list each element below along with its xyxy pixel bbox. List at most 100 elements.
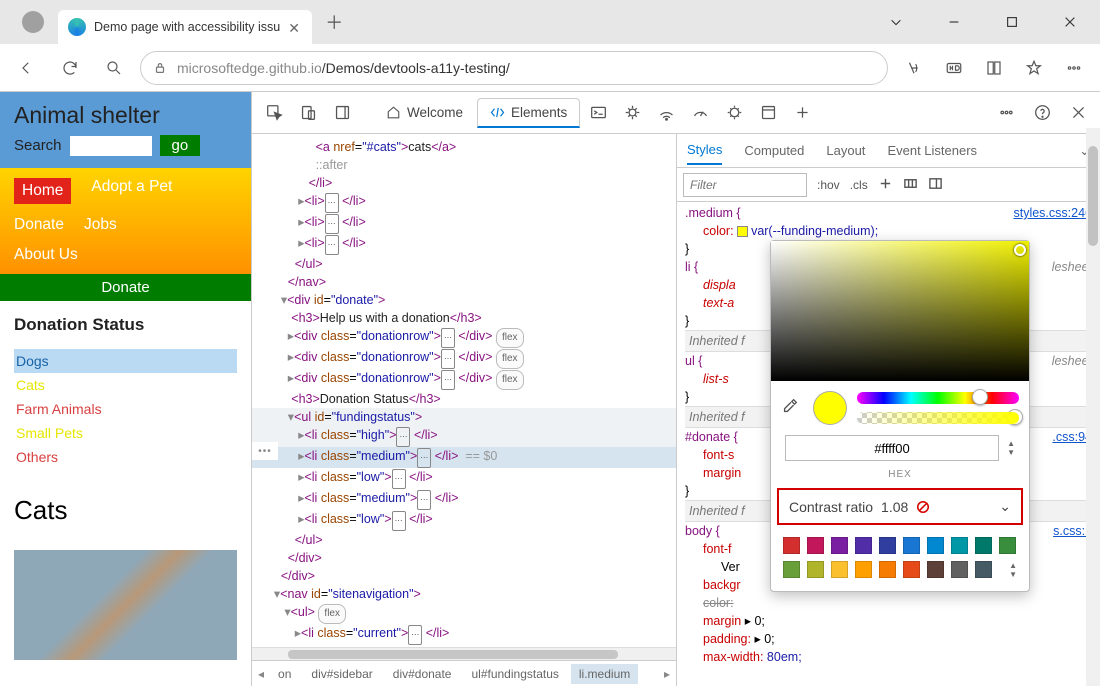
search-input[interactable] [70,136,152,156]
search-button[interactable] [96,50,132,86]
inspect-icon[interactable] [258,97,290,129]
new-tab-button[interactable]: ＋ [320,8,348,36]
palette-swatch[interactable] [999,537,1016,554]
chevron-down-icon[interactable] [874,6,918,38]
chevron-down-icon[interactable]: ⌄ [999,498,1011,515]
go-button[interactable]: go [160,135,201,156]
list-item[interactable]: Small Pets [14,421,237,445]
reader-icon[interactable] [976,50,1012,86]
crumb[interactable]: div#donate [385,664,460,684]
donate-bar[interactable]: Donate [0,274,251,301]
close-devtools-icon[interactable] [1062,97,1094,129]
close-tab-icon[interactable]: ✕ [288,20,302,34]
favorite-icon[interactable] [1016,50,1052,86]
alpha-slider[interactable] [857,412,1019,424]
caret-right-icon[interactable]: ▸ [662,667,672,681]
styles-filter-input[interactable] [683,173,807,197]
palette-swatch[interactable] [831,537,848,554]
network-icon[interactable] [650,97,682,129]
minimize-button[interactable] [932,6,976,38]
back-button[interactable] [8,50,44,86]
palette-swatch[interactable] [879,537,896,554]
read-aloud-icon[interactable] [896,50,932,86]
dock-icon[interactable] [326,97,358,129]
performance-icon[interactable] [684,97,716,129]
list-item[interactable]: Others [14,445,237,469]
palette-swatch[interactable] [855,561,872,578]
help-icon[interactable] [1026,97,1058,129]
browser-tab[interactable]: Demo page with accessibility issu ✕ [58,10,312,44]
tab-styles[interactable]: Styles [687,136,722,165]
palette-swatch[interactable] [951,561,968,578]
crumb[interactable]: div#sidebar [303,664,380,684]
tab-welcome[interactable]: Welcome [374,99,475,126]
list-item[interactable]: Cats [14,373,237,397]
contrast-ratio-row[interactable]: Contrast ratio 1.08 ⌄ [777,488,1023,525]
eyedropper-icon[interactable] [781,397,803,419]
sources-icon[interactable] [616,97,648,129]
color-picker: ▲▼ HEX Contrast ratio 1.08 ⌄ ▲▼ [770,240,1030,592]
nav-jobs[interactable]: Jobs [84,216,117,234]
row-actions-icon[interactable]: ••• [252,442,278,460]
url-box[interactable]: microsoftedge.github.io/Demos/devtools-a… [140,51,888,85]
console-icon[interactable] [582,97,614,129]
maximize-button[interactable] [990,6,1034,38]
tab-event-listeners[interactable]: Event Listeners [887,137,977,164]
palette-swatch[interactable] [975,537,992,554]
horizontal-scrollbar[interactable] [252,647,676,660]
refresh-button[interactable] [52,50,88,86]
page-scrollbar[interactable] [1086,128,1100,668]
funding-list: Dogs Cats Farm Animals Small Pets Others [14,349,237,469]
palette-swatch[interactable] [783,537,800,554]
more-icon[interactable] [1056,50,1092,86]
hue-slider[interactable] [857,392,1019,404]
device-icon[interactable] [292,97,324,129]
nav-home[interactable]: Home [14,178,71,204]
palette-swatch[interactable] [855,537,872,554]
palette-swatch[interactable] [903,561,920,578]
palette-swatch[interactable] [831,561,848,578]
hex-input[interactable] [785,435,999,461]
palette-swatch[interactable] [807,561,824,578]
crumb[interactable]: ul#fundingstatus [463,664,566,684]
palette-swatch[interactable] [975,561,992,578]
cls-toggle[interactable]: .cls [850,178,868,192]
elements-tree[interactable]: <a nref="#cats">cats</a> ::after </li> ▸… [252,134,677,686]
toggle-sidebar-icon[interactable] [928,176,943,194]
edge-icon [68,18,86,36]
palette-swatch[interactable] [903,537,920,554]
source-link[interactable]: styles.css:246 [1013,204,1092,222]
kebab-icon[interactable] [990,97,1022,129]
crumb[interactable]: on [270,664,299,684]
list-item[interactable]: Farm Animals [14,397,237,421]
tab-layout[interactable]: Layout [826,137,865,164]
saturation-area[interactable] [771,241,1029,381]
palette-swatch[interactable] [783,561,800,578]
palette-swatch[interactable] [951,537,968,554]
nav-adopt[interactable]: Adopt a Pet [91,178,172,204]
color-cursor[interactable] [1014,244,1026,256]
application-icon[interactable] [752,97,784,129]
more-tabs-icon[interactable] [786,97,818,129]
flexbox-overlay-icon[interactable] [903,176,918,194]
color-swatch[interactable] [737,226,748,237]
hov-toggle[interactable]: :hov [817,178,840,192]
profile-icon[interactable] [22,11,44,33]
close-window-button[interactable] [1048,6,1092,38]
palette-swatch[interactable] [927,537,944,554]
tab-elements[interactable]: Elements [477,98,580,128]
palette-swatch[interactable] [807,537,824,554]
format-stepper[interactable]: ▲▼ [1007,439,1015,457]
list-item[interactable]: Dogs [14,349,237,373]
caret-left-icon[interactable]: ◂ [256,667,266,681]
palette-swatch[interactable] [879,561,896,578]
hd-icon[interactable] [936,50,972,86]
palette-stepper[interactable]: ▲▼ [1009,561,1017,579]
memory-icon[interactable] [718,97,750,129]
nav-about[interactable]: About Us [14,246,78,264]
nav-donate[interactable]: Donate [14,216,64,234]
tab-computed[interactable]: Computed [744,137,804,164]
new-rule-icon[interactable] [878,176,893,194]
crumb-selected[interactable]: li.medium [571,664,638,684]
palette-swatch[interactable] [927,561,944,578]
